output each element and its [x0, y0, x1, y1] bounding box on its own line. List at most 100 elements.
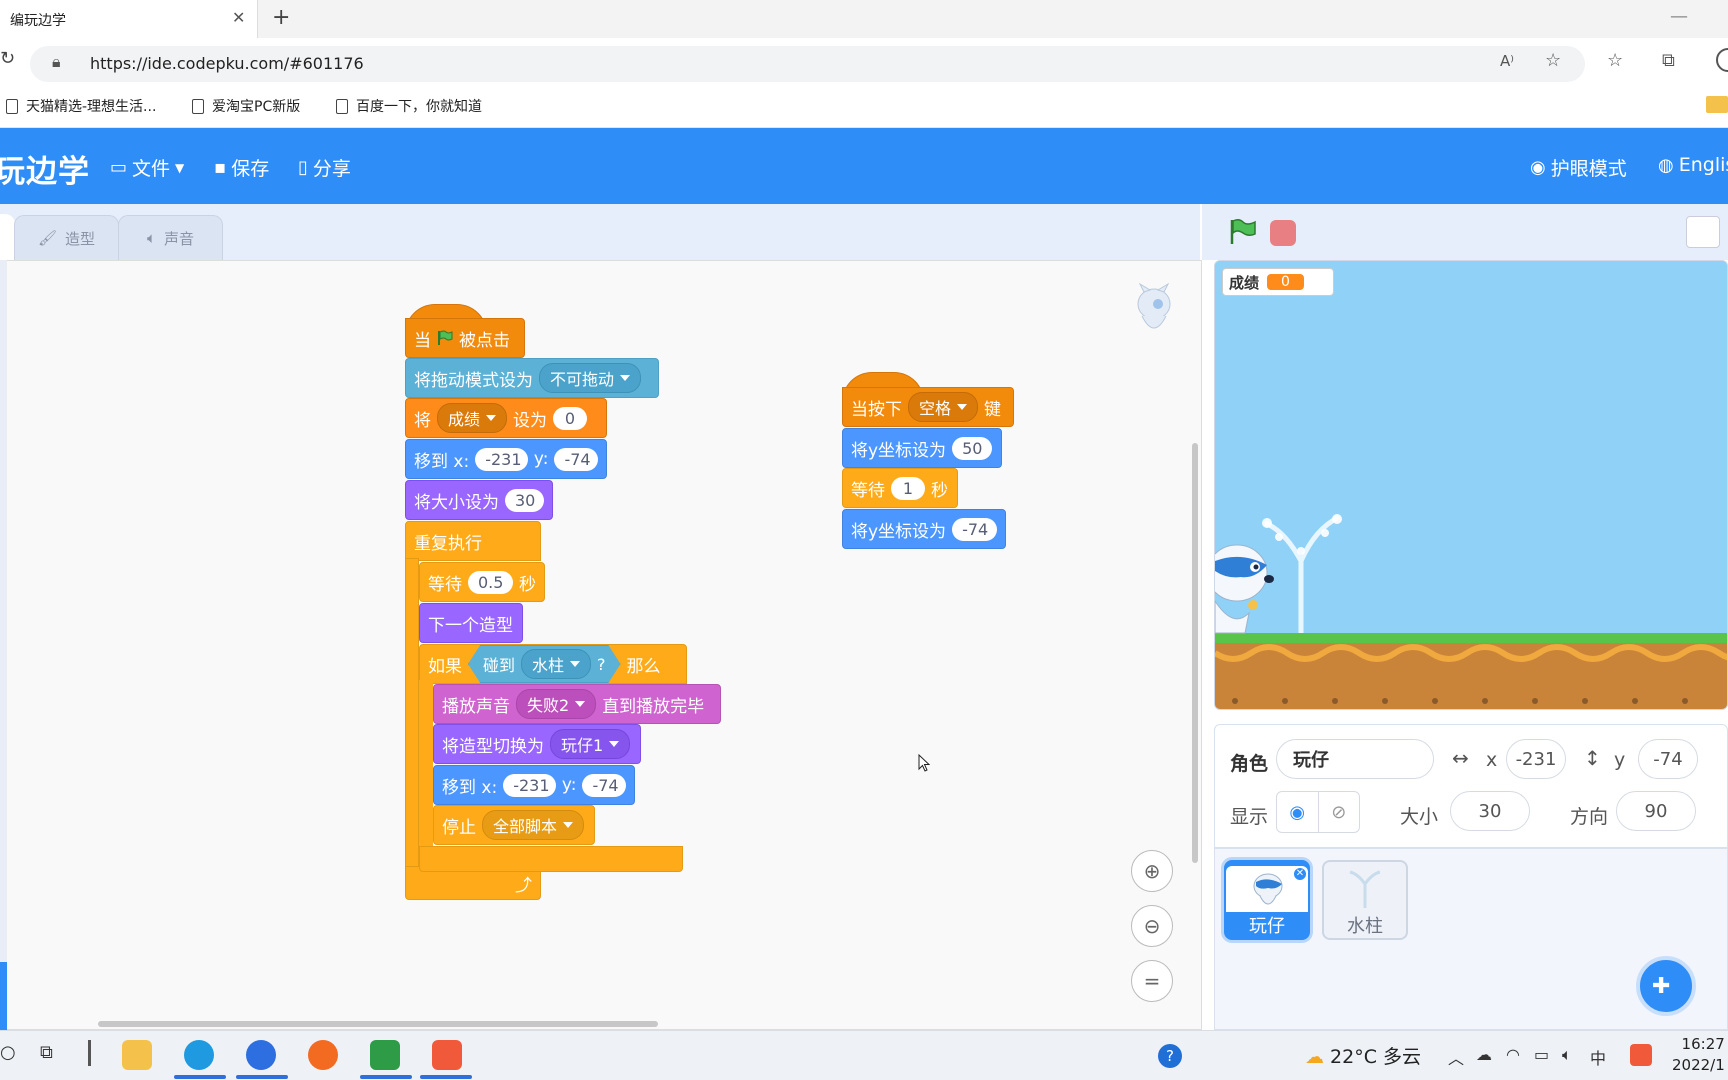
wait-seconds-input[interactable]: 1 [891, 476, 925, 500]
eye-show-icon[interactable]: ◉ [1277, 792, 1319, 832]
variable-value-input[interactable]: 0 [553, 406, 588, 430]
wait-seconds-input[interactable]: 0.5 [468, 570, 513, 594]
set-variable-block[interactable]: 将 成绩 设为 0 [405, 398, 607, 438]
variable-dropdown[interactable]: 成绩 [437, 403, 508, 433]
bookmark-tmall[interactable]: 天猫精选-理想生活... [6, 96, 156, 116]
goto-x-input[interactable]: -231 [475, 447, 528, 471]
goto-xy-block[interactable]: 移到 x: -231 y: -74 [433, 765, 635, 805]
wait-block[interactable]: 等待 0.5 秒 [419, 562, 545, 602]
stop-block[interactable]: 停止 全部脚本 [433, 805, 595, 845]
bookmark-baidu[interactable]: 百度一下，你就知道 [336, 96, 482, 116]
bookmark-aitaobao[interactable]: 爱淘宝PC新版 [192, 96, 300, 116]
forever-block-arm[interactable] [405, 558, 419, 888]
set-y-block[interactable]: 将y坐标设为 50 [842, 428, 1002, 468]
share-icon: ▯ [298, 157, 308, 178]
size-input[interactable]: 30 [1450, 791, 1530, 831]
help-icon[interactable]: ? [1158, 1044, 1182, 1068]
touching-target-dropdown[interactable]: 水柱 [521, 649, 592, 679]
variable-monitor[interactable]: 成绩 0 [1222, 268, 1334, 296]
when-key-pressed-block[interactable]: 当按下 空格 键 [842, 387, 1014, 427]
zoom-reset-button[interactable]: = [1131, 960, 1173, 1002]
drag-mode-dropdown[interactable]: 不可拖动 [539, 363, 642, 393]
url-text[interactable]: https://ide.codepku.com/#601176 [90, 54, 364, 73]
green-flag-button[interactable] [1228, 218, 1256, 246]
if-then-block[interactable]: 如果 碰到 水柱 ? 那么 [419, 644, 687, 684]
if-block-bottom[interactable] [419, 846, 683, 872]
ime-indicator[interactable]: 中 [1590, 1045, 1606, 1069]
system-clock[interactable]: 16:27 2022/1 [1672, 1034, 1725, 1076]
goto-xy-block[interactable]: 移到 x: -231 y: -74 [405, 439, 607, 479]
orange-app-icon[interactable] [432, 1040, 462, 1070]
when-flag-clicked-block[interactable]: 当 被点击 [405, 318, 525, 358]
delete-sprite-icon[interactable]: ✕ [1292, 866, 1308, 882]
zoom-out-button[interactable]: ⊖ [1131, 905, 1173, 947]
block-palette-edge[interactable] [0, 260, 7, 1030]
volume-icon[interactable]: 🔈︎ [1562, 1045, 1572, 1065]
wifi-icon[interactable]: ◠ [1506, 1045, 1520, 1064]
cloud-icon[interactable]: ☁ [1476, 1045, 1492, 1064]
y-position-input[interactable]: -74 [1638, 739, 1698, 779]
goto-y-input[interactable]: -74 [582, 773, 626, 797]
add-sprite-button[interactable]: ✚ [1636, 956, 1696, 1016]
battery-icon[interactable]: ▭ [1534, 1045, 1549, 1064]
wait-block[interactable]: 等待 1 秒 [842, 468, 958, 508]
tab-costume[interactable]: 🖌︎ 造型 [14, 215, 119, 260]
collections-icon[interactable]: ⧉ [1662, 50, 1675, 71]
set-y-block[interactable]: 将y坐标设为 -74 [842, 509, 1006, 549]
x-position-input[interactable]: -231 [1506, 739, 1566, 779]
lock-icon[interactable]: 🔒︎ [52, 52, 61, 72]
tab-code[interactable] [0, 214, 15, 260]
switch-costume-block[interactable]: 将造型切换为 玩仔1 [433, 724, 641, 764]
goto-x-input[interactable]: -231 [503, 773, 556, 797]
stage-layout-button[interactable] [1686, 216, 1720, 248]
new-tab-icon[interactable]: + [272, 5, 290, 30]
stage[interactable] [1214, 260, 1728, 710]
eye-hide-icon[interactable]: ⊘ [1319, 792, 1360, 832]
sprite-name-input[interactable]: 玩仔 [1276, 739, 1434, 779]
size-input[interactable]: 30 [505, 488, 544, 512]
if-block-arm[interactable] [419, 680, 433, 850]
language-selector[interactable]: ◍Englis [1658, 154, 1728, 176]
costume-dropdown[interactable]: 玩仔1 [550, 729, 631, 759]
tab-close-icon[interactable]: ✕ [232, 8, 245, 27]
touching-block[interactable]: 碰到 水柱 ? [468, 645, 621, 683]
green-app-icon[interactable] [370, 1040, 400, 1070]
zoom-in-button[interactable]: ⊕ [1131, 850, 1173, 892]
weather-widget[interactable]: ☁ 22°C 多云 [1305, 1042, 1421, 1069]
set-y-input[interactable]: -74 [952, 517, 997, 541]
set-y-input[interactable]: 50 [952, 436, 993, 460]
save-button[interactable]: ▪ 保存 [214, 154, 269, 181]
forever-block[interactable]: 重复执行 [405, 521, 541, 561]
play-sound-until-done-block[interactable]: 播放声音 失败2 直到播放完毕 [433, 684, 721, 724]
k-app-icon[interactable] [246, 1040, 276, 1070]
stop-button[interactable] [1270, 220, 1296, 246]
key-dropdown[interactable]: 空格 [908, 392, 979, 422]
stop-option-dropdown[interactable]: 全部脚本 [482, 810, 585, 840]
favorites-icon[interactable]: ☆ [1607, 50, 1623, 71]
search-icon[interactable]: ○ [0, 1042, 16, 1063]
direction-input[interactable]: 90 [1616, 791, 1696, 831]
reload-icon[interactable]: ↻ [0, 48, 15, 69]
set-size-block[interactable]: 将大小设为 30 [405, 480, 553, 520]
chevron-up-icon[interactable]: ︿ [1448, 1045, 1464, 1069]
minimize-icon[interactable]: — [1670, 6, 1688, 27]
add-favorite-icon[interactable]: ☆ [1545, 50, 1561, 71]
file-menu[interactable]: ▭ 文件 ▼ [110, 154, 184, 181]
tab-sound[interactable]: 🔈︎ 声音 [118, 215, 223, 260]
next-costume-block[interactable]: 下一个造型 [419, 603, 523, 643]
sogou-ime-icon[interactable] [1630, 1044, 1652, 1066]
block-palette-selected-edge[interactable] [0, 962, 7, 1030]
firefox-icon[interactable] [308, 1040, 338, 1070]
edge-browser-icon[interactable] [184, 1040, 214, 1070]
sound-dropdown[interactable]: 失败2 [516, 689, 597, 719]
set-drag-mode-block[interactable]: 将拖动模式设为 不可拖动 [405, 358, 659, 398]
share-button[interactable]: ▯ 分享 [298, 154, 351, 181]
file-explorer-icon[interactable] [122, 1040, 152, 1070]
goto-y-input[interactable]: -74 [554, 447, 598, 471]
folder-icon[interactable] [1706, 96, 1728, 113]
workspace-horizontal-scrollbar[interactable] [98, 1021, 658, 1027]
read-aloud-icon[interactable]: A⁾ [1500, 52, 1514, 70]
task-view-icon[interactable]: ⧉ [40, 1042, 53, 1063]
eye-mode-toggle[interactable]: ◉ 护眼模式 [1530, 154, 1627, 181]
workspace-vertical-scrollbar[interactable] [1192, 443, 1198, 863]
